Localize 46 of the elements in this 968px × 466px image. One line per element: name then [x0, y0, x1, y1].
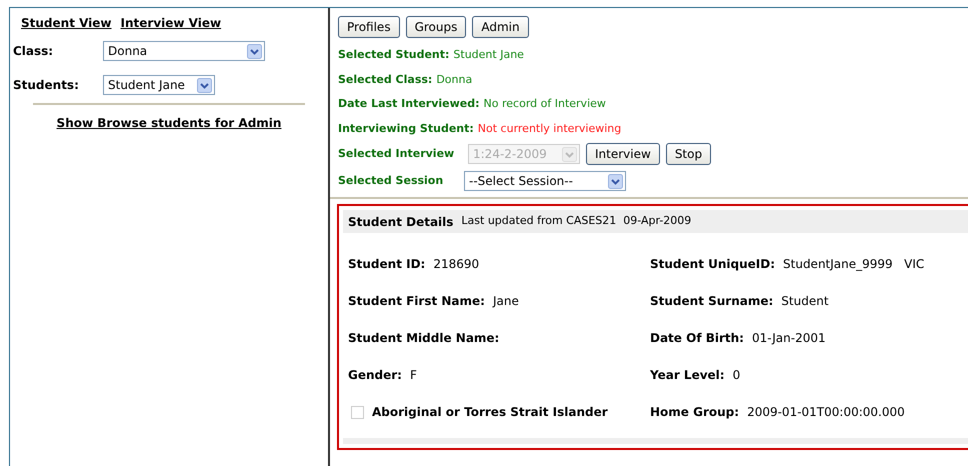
- field-label: Student First Name:: [348, 293, 485, 310]
- field-value: 2009-01-01T00:00:00.000: [747, 404, 905, 421]
- class-select[interactable]: Donna: [103, 41, 265, 61]
- status-value: Not currently interviewing: [478, 120, 622, 136]
- status-value: No record of Interview: [484, 96, 606, 112]
- field-label: Students:: [13, 77, 80, 94]
- field-label: Student Surname:: [650, 293, 774, 310]
- caret-icon: [197, 78, 212, 92]
- field-value: 01-Jan-2001: [752, 330, 826, 347]
- panel-title: Student Details: [348, 214, 454, 230]
- view-link[interactable]: Student View: [21, 14, 112, 32]
- field-label: Gender:: [348, 367, 402, 384]
- session-label: Selected Session: [338, 172, 444, 189]
- field-label: Home Group:: [650, 404, 740, 421]
- status-value: Donna: [436, 72, 472, 88]
- field-value: Jane: [492, 293, 519, 310]
- field-value: StudentJane_9999 VIC: [783, 256, 924, 273]
- field-value: Student: [781, 293, 829, 310]
- view-link[interactable]: Interview View: [120, 14, 222, 32]
- field-value: F: [410, 367, 417, 384]
- field-label: Student ID:: [348, 256, 426, 273]
- status-label: Selected Class:: [338, 72, 432, 88]
- caret-icon: [608, 174, 623, 188]
- tab-button[interactable]: Groups: [406, 16, 466, 38]
- field-value: 0: [732, 367, 740, 384]
- field-label: Student UniqueID:: [650, 256, 776, 273]
- students-select[interactable]: Student Jane: [103, 75, 215, 95]
- caret-icon: [562, 146, 577, 162]
- field-label: Year Level:: [650, 367, 725, 384]
- tab-button[interactable]: Profiles: [338, 16, 400, 38]
- tab-button[interactable]: Admin: [472, 16, 529, 38]
- caret-icon: [247, 44, 262, 58]
- admin-link[interactable]: Show Browse students for Admin: [56, 116, 282, 130]
- status-label: Selected Student:: [338, 47, 450, 63]
- session-select[interactable]: --Select Session--: [464, 171, 626, 191]
- checkbox[interactable]: [351, 406, 364, 418]
- interview-label: Selected Interview: [338, 146, 456, 162]
- field-label: Student Middle Name:: [348, 330, 500, 347]
- panel-subtitle: Last updated from CASES21 09-Apr-2009: [461, 213, 692, 230]
- field-label: Date Of Birth:: [650, 330, 744, 347]
- field-value: 218690: [433, 256, 480, 273]
- status-label: Date Last Interviewed:: [338, 96, 480, 112]
- status-value: Student Jane: [453, 47, 524, 63]
- checkbox-label: Aboriginal or Torres Strait Islander: [372, 404, 608, 421]
- field-label: Class:: [13, 43, 54, 60]
- status-label: Interviewing Student:: [338, 120, 474, 136]
